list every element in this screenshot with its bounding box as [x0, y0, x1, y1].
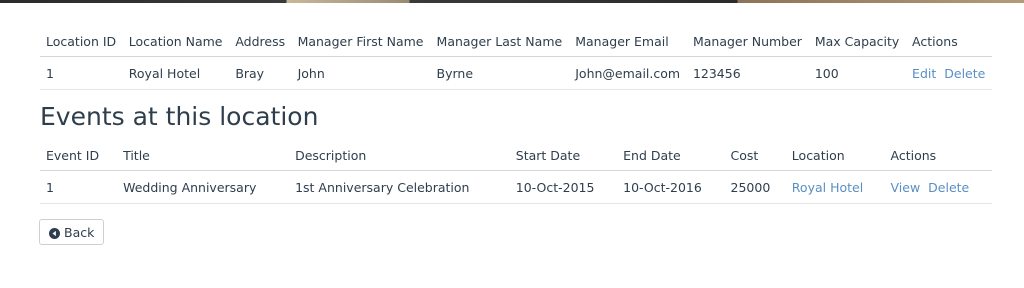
- edit-location-link[interactable]: Edit: [912, 66, 936, 81]
- events-table-header-row: Event ID Title Description Start Date En…: [40, 140, 992, 171]
- col-max-capacity: Max Capacity: [808, 26, 907, 57]
- col-manager-number: Manager Number: [686, 26, 809, 57]
- col-event-id: Event ID: [40, 140, 118, 171]
- event-location-link[interactable]: Royal Hotel: [792, 180, 863, 195]
- col-description: Description: [289, 140, 510, 171]
- col-start-date: Start Date: [509, 140, 618, 171]
- col-manager-last-name: Manager Last Name: [430, 26, 570, 57]
- cell-manager-number: 123456: [686, 56, 809, 90]
- cell-start-date: 10-Oct-2015: [509, 170, 618, 204]
- cell-event-location: Royal Hotel: [785, 170, 885, 204]
- cell-manager-first-name: John: [291, 56, 431, 90]
- col-event-actions: Actions: [884, 140, 992, 171]
- cell-max-capacity: 100: [808, 56, 907, 90]
- col-location: Location: [785, 140, 885, 171]
- col-manager-first-name: Manager First Name: [291, 26, 431, 57]
- cell-location-id: 1: [40, 56, 123, 90]
- col-address: Address: [229, 26, 292, 57]
- cell-location-name: Royal Hotel: [122, 56, 230, 90]
- arrow-circle-left-icon: [49, 227, 60, 239]
- cell-event-description: 1st Anniversary Celebration: [289, 170, 510, 204]
- cell-cost: 25000: [724, 170, 786, 204]
- view-event-link[interactable]: View: [891, 180, 921, 195]
- events-table: Event ID Title Description Start Date En…: [40, 140, 992, 204]
- cell-actions: Edit Delete: [906, 56, 992, 90]
- back-button[interactable]: Back: [39, 219, 105, 245]
- col-title: Title: [117, 140, 290, 171]
- delete-location-link[interactable]: Delete: [944, 66, 985, 81]
- location-table-header-row: Location ID Location Name Address Manage…: [40, 26, 992, 57]
- cell-manager-email: John@email.com: [569, 56, 687, 90]
- events-section-title: Events at this location: [40, 102, 319, 131]
- cell-event-title: Wedding Anniversary: [117, 170, 290, 204]
- cell-event-actions: View Delete: [884, 170, 992, 204]
- delete-event-link[interactable]: Delete: [928, 180, 969, 195]
- cell-event-id: 1: [40, 170, 118, 204]
- col-location-name: Location Name: [122, 26, 230, 57]
- table-row: 1 Royal Hotel Bray John Byrne John@email…: [40, 56, 992, 90]
- col-end-date: End Date: [617, 140, 725, 171]
- col-actions: Actions: [906, 26, 992, 57]
- top-header-strip: [0, 0, 1024, 3]
- location-table: Location ID Location Name Address Manage…: [40, 26, 992, 90]
- table-row: 1 Wedding Anniversary 1st Anniversary Ce…: [40, 170, 992, 204]
- cell-address: Bray: [229, 56, 292, 90]
- col-location-id: Location ID: [40, 26, 123, 57]
- cell-manager-last-name: Byrne: [430, 56, 570, 90]
- cell-end-date: 10-Oct-2016: [617, 170, 725, 204]
- col-manager-email: Manager Email: [569, 26, 687, 57]
- col-cost: Cost: [724, 140, 786, 171]
- back-button-label: Back: [64, 224, 95, 240]
